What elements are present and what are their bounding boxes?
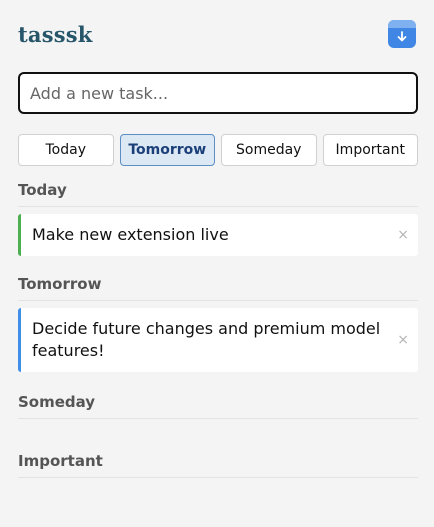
app-logo: tasssk [18,22,93,47]
filter-today-button[interactable]: Today [18,134,114,166]
section-someday: Someday [18,393,418,419]
section-tomorrow: Tomorrow Decide future changes and premi… [18,275,418,372]
filter-someday-button[interactable]: Someday [221,134,317,166]
task-item[interactable]: Make new extension live × [18,214,418,256]
close-icon[interactable]: × [397,333,409,347]
task-text: Decide future changes and premium model … [32,319,381,360]
section-title-important: Important [18,452,418,478]
download-icon [397,31,407,42]
task-text: Make new extension live [32,225,229,244]
task-item[interactable]: Decide future changes and premium model … [18,308,418,372]
filter-important-button[interactable]: Important [322,134,418,166]
app-root: tasssk Today Tomorrow Someday Important … [0,0,434,527]
section-title-today: Today [18,181,418,207]
section-title-someday: Someday [18,393,418,419]
close-icon[interactable]: × [397,228,409,242]
section-title-tomorrow: Tomorrow [18,275,418,301]
save-button[interactable] [388,20,416,48]
header: tasssk [18,0,417,68]
section-important: Important [18,452,418,478]
section-today: Today Make new extension live × [18,181,418,256]
filter-tomorrow-button[interactable]: Tomorrow [119,134,215,166]
filter-bar: Today Tomorrow Someday Important [18,134,418,166]
new-task-input[interactable] [18,72,418,114]
